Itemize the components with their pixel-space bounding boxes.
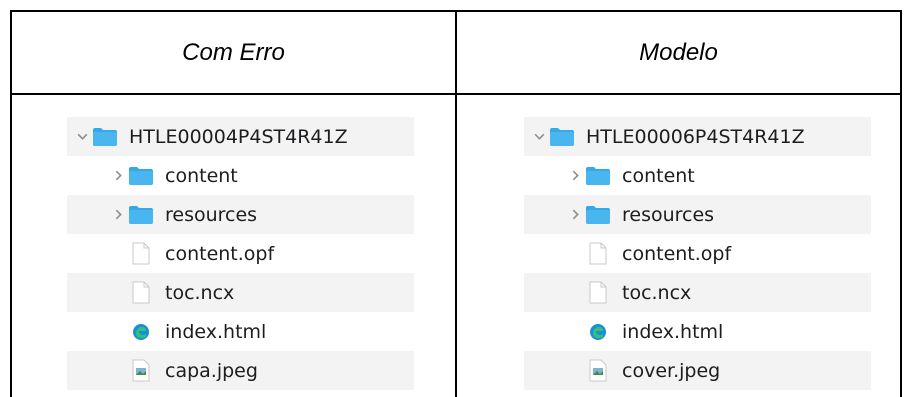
tree-item-label: index.html bbox=[165, 320, 267, 343]
folder-icon bbox=[584, 203, 612, 227]
folder-icon bbox=[91, 125, 119, 149]
tree-row-index-html[interactable]: index.html bbox=[524, 312, 871, 351]
browser-icon bbox=[584, 320, 612, 344]
table-border-right bbox=[900, 10, 902, 397]
tree-row-content[interactable]: content bbox=[524, 156, 871, 195]
tree-root-label: HTLE00004P4ST4R41Z bbox=[129, 125, 348, 148]
folder-icon bbox=[584, 164, 612, 188]
tree-item-label: toc.ncx bbox=[165, 281, 235, 304]
left-file-tree: HTLE00004P4ST4R41Z content resources con… bbox=[67, 117, 414, 390]
chevron-right-icon[interactable] bbox=[566, 208, 584, 221]
tree-row-capa-jpeg[interactable]: capa.jpeg bbox=[67, 351, 414, 390]
folder-icon bbox=[127, 164, 155, 188]
tree-item-label: resources bbox=[622, 203, 715, 226]
tree-row-toc-ncx[interactable]: toc.ncx bbox=[524, 273, 871, 312]
chevron-down-icon[interactable] bbox=[73, 130, 91, 143]
header-modelo: Modelo bbox=[639, 38, 718, 66]
tree-item-label: toc.ncx bbox=[622, 281, 692, 304]
image-icon bbox=[127, 359, 155, 383]
tree-row-content-opf[interactable]: content.opf bbox=[524, 234, 871, 273]
tree-item-label: content.opf bbox=[165, 242, 275, 265]
tree-row-root[interactable]: HTLE00006P4ST4R41Z bbox=[524, 117, 871, 156]
tree-root-label: HTLE00006P4ST4R41Z bbox=[586, 125, 805, 148]
tree-row-root[interactable]: HTLE00004P4ST4R41Z bbox=[67, 117, 414, 156]
tree-row-toc-ncx[interactable]: toc.ncx bbox=[67, 273, 414, 312]
document-icon bbox=[584, 281, 612, 305]
tree-item-label: capa.jpeg bbox=[165, 359, 258, 382]
tree-item-label: content bbox=[165, 164, 238, 187]
tree-item-label: cover.jpeg bbox=[622, 359, 721, 382]
tree-row-index-html[interactable]: index.html bbox=[67, 312, 414, 351]
tree-item-label: index.html bbox=[622, 320, 724, 343]
tree-row-resources[interactable]: resources bbox=[524, 195, 871, 234]
tree-item-label: resources bbox=[165, 203, 258, 226]
tree-item-label: content.opf bbox=[622, 242, 732, 265]
tree-row-resources[interactable]: resources bbox=[67, 195, 414, 234]
document-icon bbox=[127, 242, 155, 266]
folder-icon bbox=[548, 125, 576, 149]
folder-icon bbox=[127, 203, 155, 227]
document-icon bbox=[127, 281, 155, 305]
chevron-right-icon[interactable] bbox=[109, 208, 127, 221]
right-file-tree: HTLE00006P4ST4R41Z content resources con… bbox=[524, 117, 871, 390]
browser-icon bbox=[127, 320, 155, 344]
tree-item-label: content bbox=[622, 164, 695, 187]
document-icon bbox=[584, 242, 612, 266]
tree-row-content[interactable]: content bbox=[67, 156, 414, 195]
chevron-right-icon[interactable] bbox=[109, 169, 127, 182]
tree-row-cover-jpeg[interactable]: cover.jpeg bbox=[524, 351, 871, 390]
chevron-right-icon[interactable] bbox=[566, 169, 584, 182]
chevron-down-icon[interactable] bbox=[530, 130, 548, 143]
image-icon bbox=[584, 359, 612, 383]
comparison-table: Com Erro Modelo HTLE00004P4ST4R41Z conte… bbox=[0, 0, 912, 397]
tree-row-content-opf[interactable]: content.opf bbox=[67, 234, 414, 273]
header-com-erro: Com Erro bbox=[182, 38, 285, 66]
